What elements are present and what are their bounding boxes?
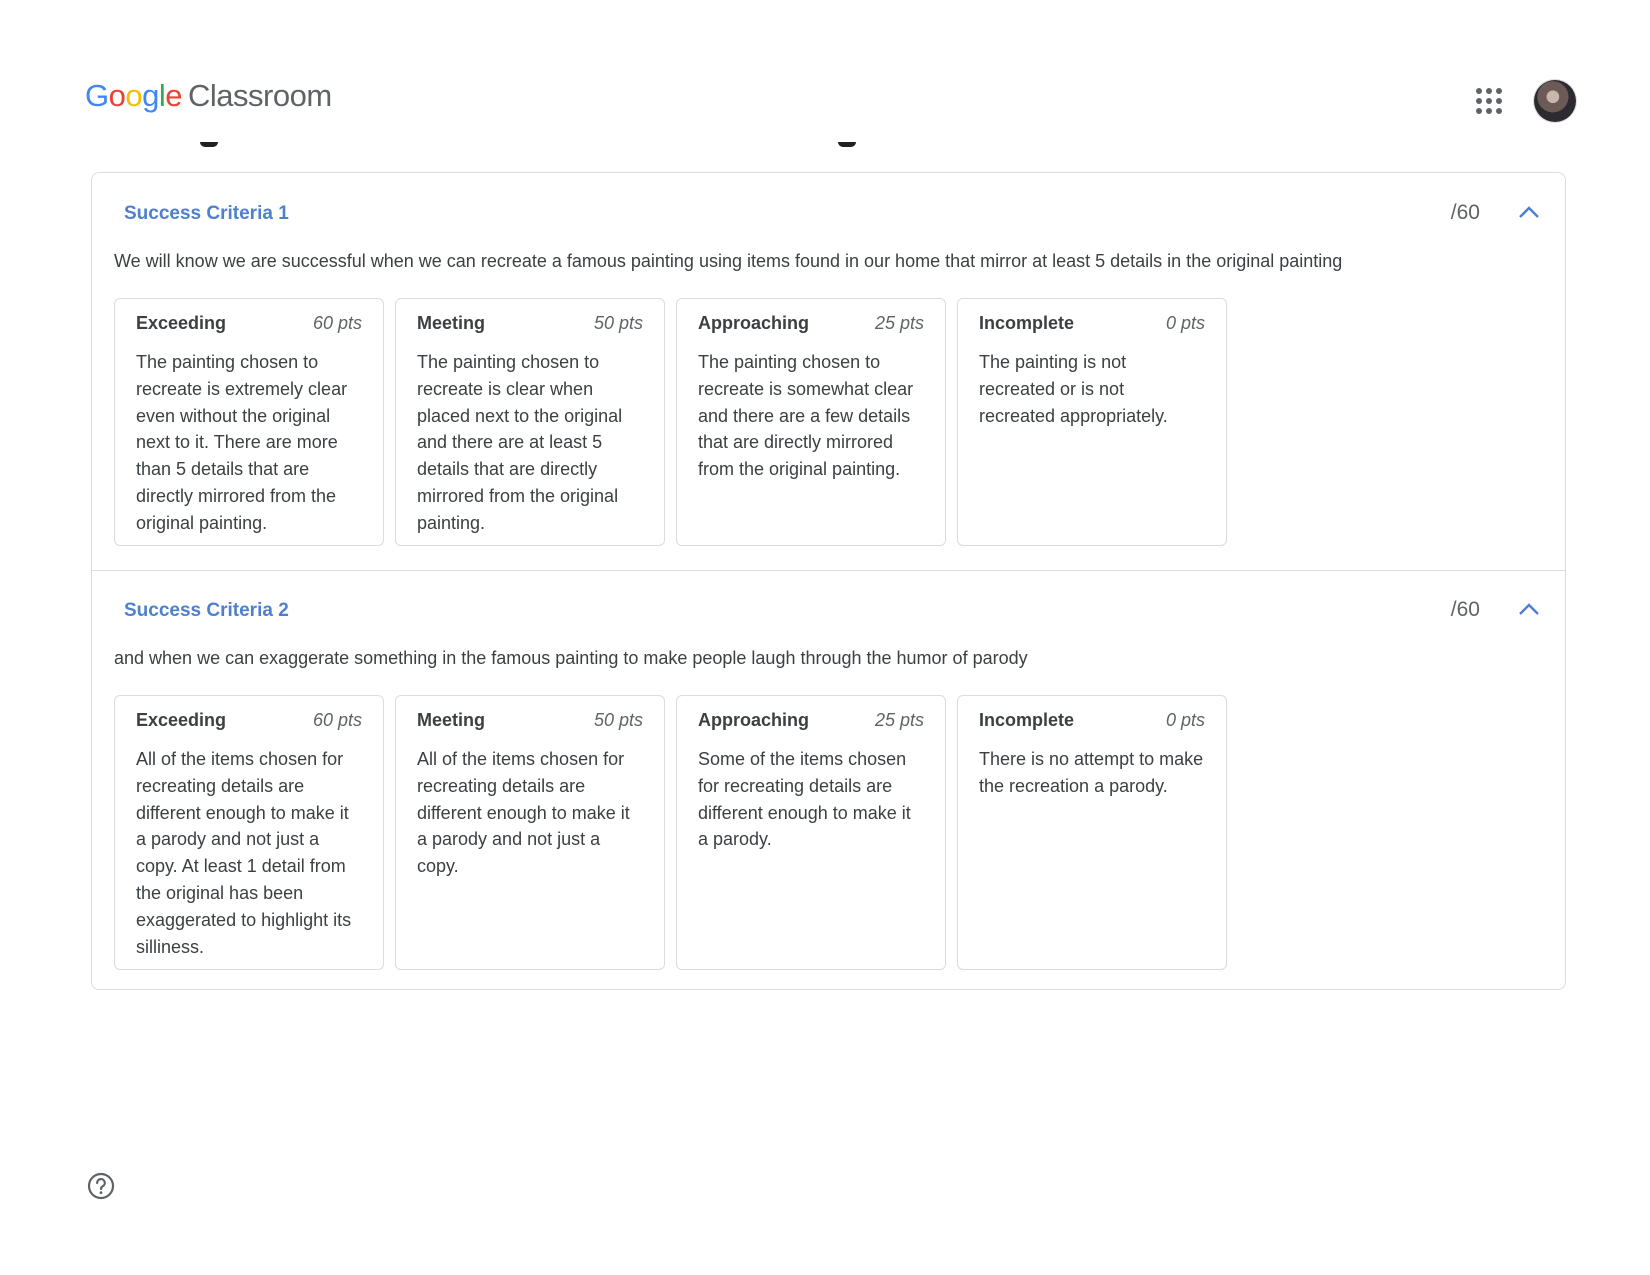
level-name: Exceeding bbox=[136, 710, 227, 730]
level-card-exceeding[interactable]: Exceeding 60 pts The painting chosen to r… bbox=[114, 298, 384, 546]
logo-letter: g bbox=[142, 78, 159, 113]
level-card-meeting[interactable]: Meeting 50 pts The painting chosen to rec… bbox=[395, 298, 665, 546]
level-description: All of the items chosen for recreating d… bbox=[417, 749, 630, 877]
criterion-title[interactable]: Success Criteria 1 bbox=[124, 203, 289, 225]
level-card-meeting[interactable]: Meeting 50 pts All of the items chosen fo… bbox=[395, 695, 665, 970]
apps-grid-icon[interactable] bbox=[1476, 88, 1502, 114]
help-icon[interactable] bbox=[87, 1172, 115, 1200]
criterion-points: /60 bbox=[1450, 598, 1480, 621]
product-name: Classroom bbox=[188, 78, 332, 113]
level-card-approaching[interactable]: Approaching 25 pts The painting chosen to… bbox=[676, 298, 946, 546]
level-points: 60 pts bbox=[312, 710, 362, 730]
level-card-incomplete[interactable]: Incomplete 0 pts There is no attempt to m… bbox=[957, 695, 1227, 970]
level-points: 25 pts bbox=[874, 313, 924, 333]
level-name: Approaching bbox=[698, 313, 809, 333]
criterion-1: Success Criteria 1 /60 We will know we a… bbox=[92, 173, 1565, 571]
app-header: Google Classroom bbox=[0, 0, 1650, 147]
level-points: 50 pts bbox=[593, 313, 643, 333]
level-name: Incomplete bbox=[979, 710, 1075, 730]
level-name: Approaching bbox=[698, 710, 809, 730]
level-points: 25 pts bbox=[874, 710, 924, 730]
level-description: The painting chosen to recreate is somew… bbox=[698, 352, 914, 480]
level-card-exceeding[interactable]: Exceeding 60 pts All of the items chosen … bbox=[114, 695, 384, 970]
level-name: Meeting bbox=[417, 710, 486, 730]
level-description: Some of the items chosen for recreating … bbox=[698, 749, 911, 850]
level-description: The painting chosen to recreate is clear… bbox=[417, 352, 623, 533]
logo-letter: o bbox=[125, 78, 143, 113]
google-classroom-logo[interactable]: Google Classroom bbox=[85, 80, 332, 111]
level-card-incomplete[interactable]: Incomplete 0 pts The painting is not recr… bbox=[957, 298, 1227, 546]
scrolled-title-fragment bbox=[838, 120, 868, 150]
level-card-approaching[interactable]: Approaching 25 pts Some of the items chos… bbox=[676, 695, 946, 970]
criterion-description: and when we can exaggerate something in … bbox=[114, 648, 1028, 668]
level-name: Meeting bbox=[417, 313, 486, 333]
level-points: 0 pts bbox=[1165, 313, 1205, 333]
criterion-title[interactable]: Success Criteria 2 bbox=[124, 600, 289, 622]
level-points: 0 pts bbox=[1165, 710, 1205, 730]
rubric-card: Success Criteria 1 /60 We will know we a… bbox=[91, 172, 1566, 990]
level-name: Incomplete bbox=[979, 313, 1075, 333]
level-name: Exceeding bbox=[136, 313, 227, 333]
user-avatar[interactable] bbox=[1534, 80, 1576, 122]
logo-letter: o bbox=[108, 78, 126, 113]
level-points: 50 pts bbox=[593, 710, 643, 730]
logo-letter: e bbox=[165, 78, 183, 113]
criterion-2: Success Criteria 2 /60 and when we can e… bbox=[92, 570, 1565, 989]
chevron-up-icon[interactable] bbox=[1517, 201, 1541, 225]
level-points: 60 pts bbox=[312, 313, 362, 333]
level-description: There is no attempt to make the recreati… bbox=[979, 749, 1204, 796]
level-description: The painting is not recreated or is not … bbox=[979, 352, 1168, 426]
scrolled-title-fragment bbox=[200, 120, 230, 150]
chevron-up-icon[interactable] bbox=[1517, 598, 1541, 622]
level-description: All of the items chosen for recreating d… bbox=[136, 749, 352, 957]
level-description: The painting chosen to recreate is extre… bbox=[136, 352, 348, 533]
logo-letter: G bbox=[85, 78, 109, 113]
criterion-points: /60 bbox=[1450, 201, 1480, 224]
criterion-description: We will know we are successful when we c… bbox=[114, 251, 1343, 271]
